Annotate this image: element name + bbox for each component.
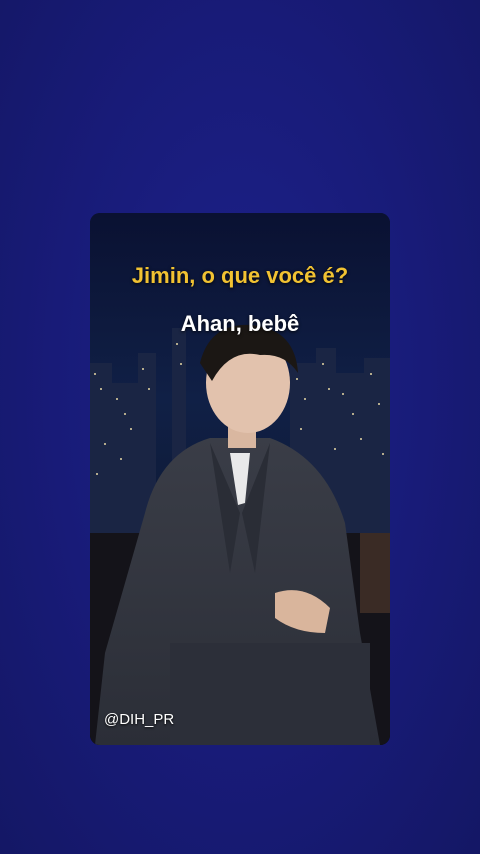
side-table: [360, 533, 390, 613]
watermark-handle: @DIH_PR: [104, 711, 175, 728]
video-player[interactable]: Jimin, o que você é? Ahan, bebê @DIH_PR: [90, 213, 390, 745]
caption-question: Jimin, o que você é?: [131, 263, 349, 288]
caption-answer: Ahan, bebê: [180, 311, 300, 336]
video-frame: [90, 213, 390, 745]
